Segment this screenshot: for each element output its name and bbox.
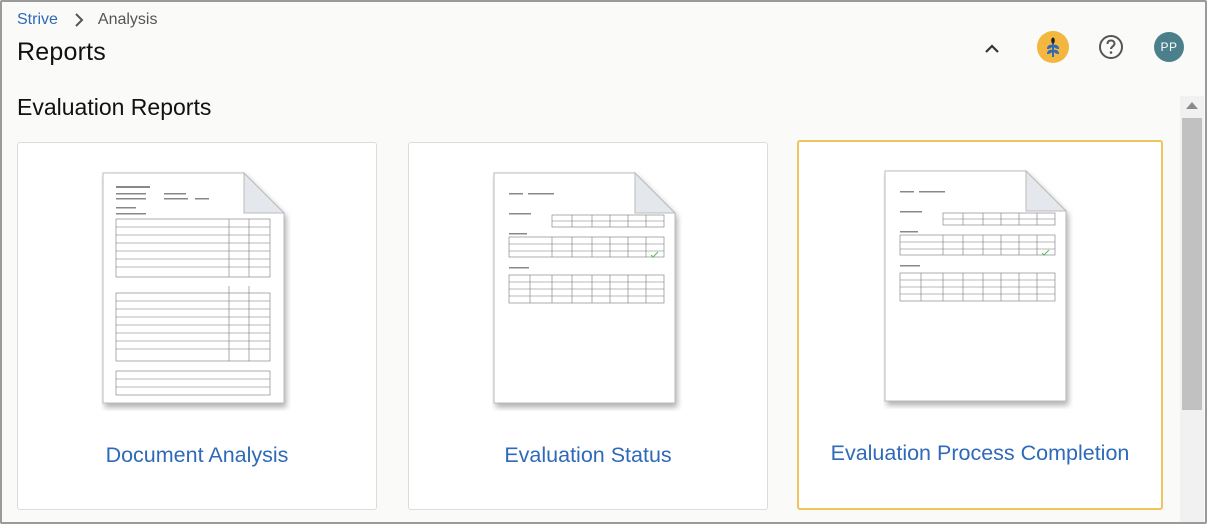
collapse-header-button[interactable]: [978, 34, 1006, 62]
evaluation-process-completion-preview-icon: [884, 169, 1068, 402]
report-card-document-analysis[interactable]: Document Analysis: [17, 142, 377, 510]
report-card-evaluation-status[interactable]: Evaluation Status: [408, 142, 768, 510]
report-card-label[interactable]: Document Analysis: [18, 443, 376, 468]
chevron-right-icon: [75, 13, 84, 27]
evaluation-status-preview-icon: [493, 171, 677, 404]
section-title: Evaluation Reports: [17, 94, 212, 120]
app-logo-icon[interactable]: [1037, 31, 1069, 63]
breadcrumb: Strive Analysis: [17, 11, 157, 29]
wheat-icon: [1047, 37, 1059, 57]
help-button[interactable]: [1097, 33, 1125, 61]
scroll-up-arrow-icon[interactable]: [1186, 102, 1198, 109]
breadcrumb-current: Analysis: [97, 11, 158, 28]
report-card-evaluation-process-completion[interactable]: Evaluation Process Completion: [797, 140, 1163, 510]
document-analysis-preview-icon: [102, 171, 286, 404]
chevron-up-icon: [985, 44, 999, 53]
scrollbar-thumb[interactable]: [1182, 118, 1202, 410]
breadcrumb-root-link[interactable]: Strive: [17, 11, 58, 29]
vertical-scrollbar[interactable]: [1180, 96, 1204, 522]
page-title: Reports: [17, 38, 106, 66]
help-icon: [1099, 35, 1123, 59]
user-avatar[interactable]: PP: [1154, 32, 1184, 62]
report-card-label[interactable]: Evaluation Process Completion: [799, 441, 1161, 466]
report-card-label[interactable]: Evaluation Status: [409, 443, 767, 468]
